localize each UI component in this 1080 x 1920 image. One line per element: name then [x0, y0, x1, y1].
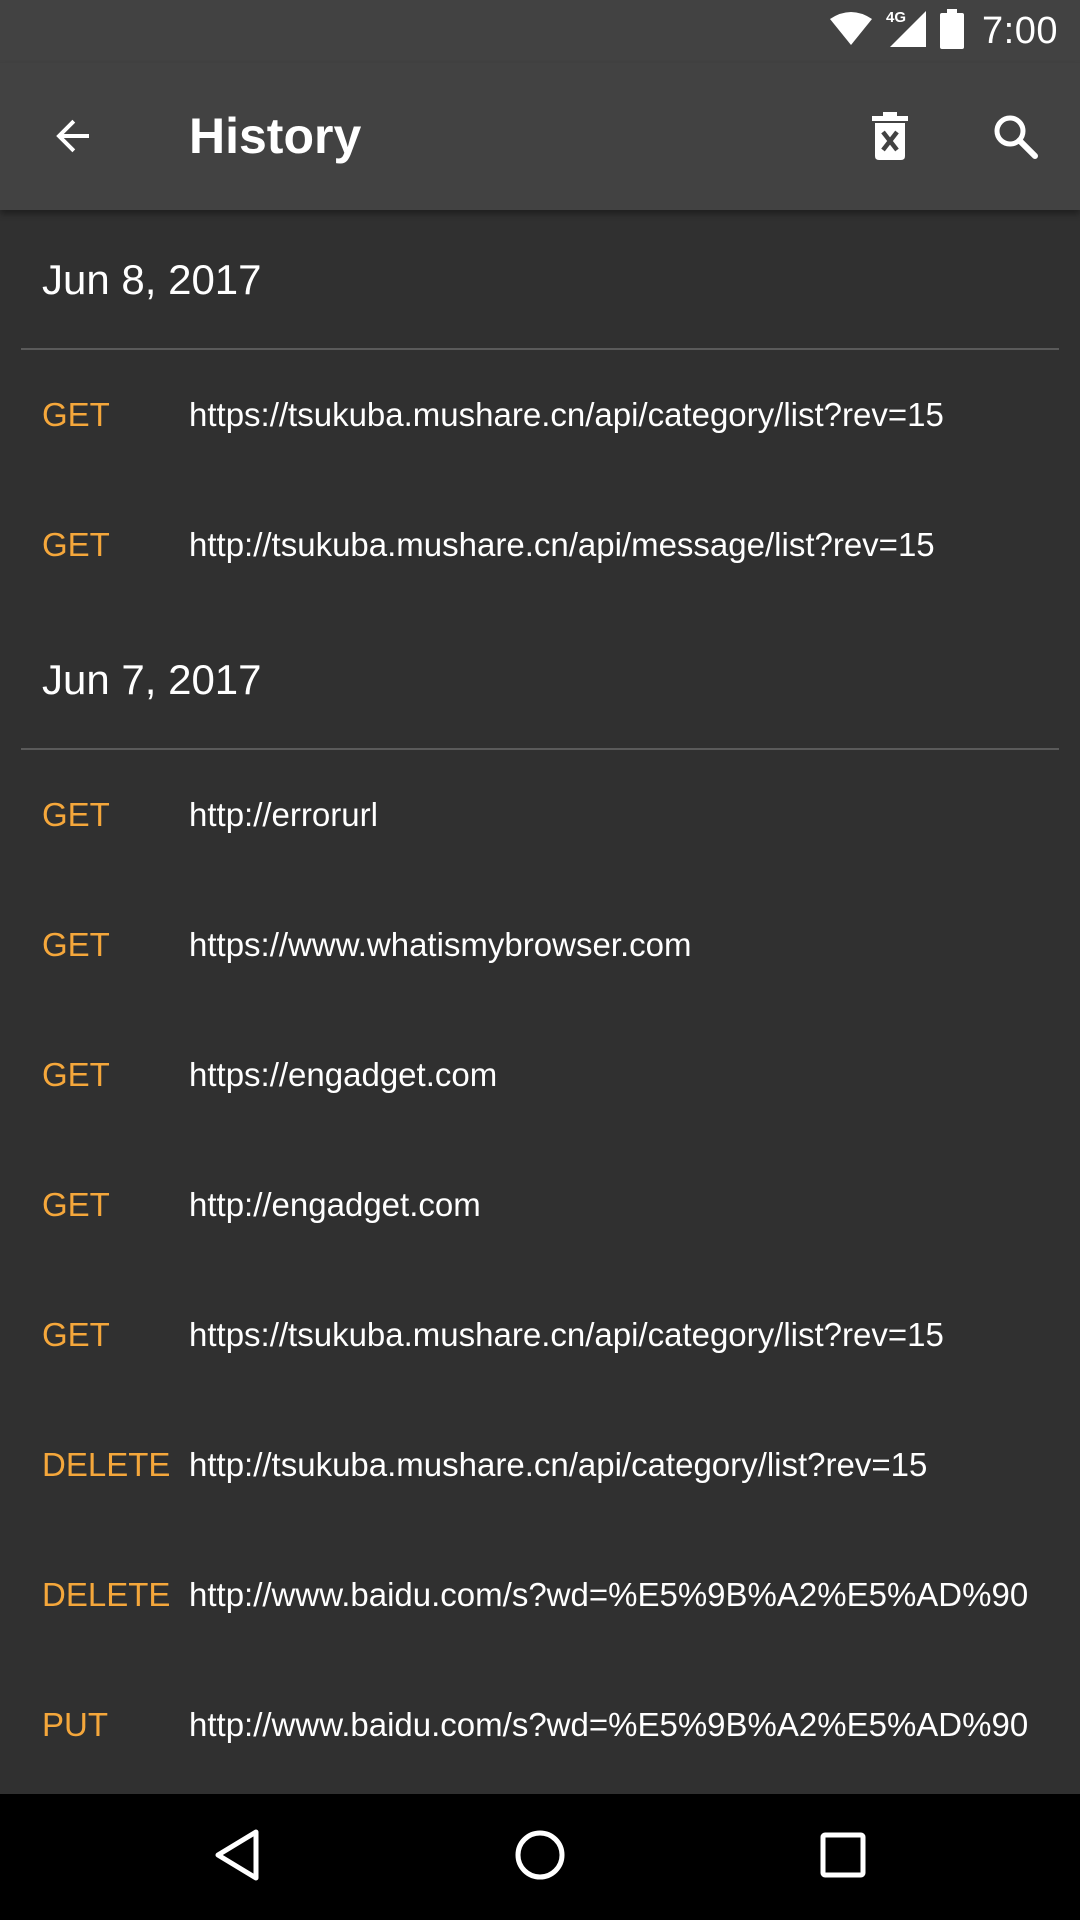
- request-url: http://errorurl: [189, 796, 378, 833]
- delete-forever-icon: [870, 111, 910, 165]
- history-row[interactable]: GET https://engadget.com: [0, 1010, 1080, 1140]
- request-url: http://www.baidu.com/s?wd=%E5%9B%A2%E5%A…: [189, 1576, 1029, 1613]
- request-method: PUT: [42, 1706, 108, 1743]
- arrow-back-icon: [49, 112, 97, 165]
- request-method: GET: [42, 1056, 110, 1093]
- request-method: GET: [42, 1316, 110, 1353]
- request-method: GET: [42, 526, 110, 563]
- history-list[interactable]: Jun 8, 2017 GET https://tsukuba.mushare.…: [0, 210, 1080, 1794]
- request-url: https://tsukuba.mushare.cn/api/category/…: [189, 1316, 944, 1353]
- app-bar: History: [0, 63, 1080, 210]
- history-row[interactable]: GET http://tsukuba.mushare.cn/api/messag…: [0, 480, 1080, 610]
- clear-history-button[interactable]: [850, 103, 930, 173]
- history-row[interactable]: GET http://engadget.com: [0, 1140, 1080, 1270]
- page-title: History: [189, 108, 362, 164]
- history-row[interactable]: GET https://www.whatismybrowser.com: [0, 880, 1080, 1010]
- nav-back-button[interactable]: [197, 1822, 277, 1892]
- history-row[interactable]: GET https://tsukuba.mushare.cn/api/categ…: [0, 350, 1080, 480]
- request-method: GET: [42, 926, 110, 963]
- back-button[interactable]: [33, 103, 113, 173]
- nav-recents-button[interactable]: [803, 1822, 883, 1892]
- request-method: GET: [42, 396, 110, 433]
- nav-home-icon: [513, 1828, 567, 1887]
- section-header: Jun 8, 2017: [0, 210, 1080, 350]
- nav-home-button[interactable]: [500, 1822, 580, 1892]
- section-date: Jun 7, 2017: [42, 656, 262, 703]
- request-method: GET: [42, 796, 110, 833]
- request-method: GET: [42, 1186, 110, 1223]
- nav-recents-icon: [819, 1831, 867, 1884]
- section-header: Jun 7, 2017: [0, 610, 1080, 750]
- wifi-icon: [828, 11, 874, 52]
- request-url: https://www.whatismybrowser.com: [189, 926, 692, 963]
- request-url: http://www.baidu.com/s?wd=%E5%9B%A2%E5%A…: [189, 1706, 1029, 1743]
- nav-back-icon: [212, 1828, 262, 1887]
- status-time: 7:00: [982, 10, 1058, 52]
- search-icon: [991, 112, 1039, 165]
- request-url: http://engadget.com: [189, 1186, 481, 1223]
- search-button[interactable]: [975, 103, 1055, 173]
- section-date: Jun 8, 2017: [42, 256, 262, 303]
- status-bar: 4G 7:00: [0, 0, 1080, 63]
- history-row[interactable]: PUT http://www.baidu.com/s?wd=%E5%9B%A2%…: [0, 1660, 1080, 1790]
- battery-icon: [940, 9, 965, 54]
- navigation-bar: [0, 1794, 1080, 1920]
- history-row[interactable]: DELETE http://www.baidu.com/s?wd=%E5%9B%…: [0, 1530, 1080, 1660]
- cell-signal-icon: 4G: [886, 9, 928, 54]
- history-row[interactable]: GET https://tsukuba.mushare.cn/api/categ…: [0, 1270, 1080, 1400]
- request-method: DELETE: [42, 1446, 171, 1483]
- history-screen: 4G 7:00 History Jun 8, 2017 GET https://…: [0, 0, 1080, 1920]
- history-row[interactable]: GET http://errorurl: [0, 750, 1080, 880]
- request-method: DELETE: [42, 1576, 171, 1613]
- status-icons: 4G 7:00: [816, 0, 1058, 63]
- history-row[interactable]: DELETE http://tsukuba.mushare.cn/api/cat…: [0, 1400, 1080, 1530]
- request-url: http://tsukuba.mushare.cn/api/category/l…: [189, 1446, 928, 1483]
- request-url: https://engadget.com: [189, 1056, 498, 1093]
- request-url: http://tsukuba.mushare.cn/api/message/li…: [189, 526, 935, 563]
- network-type-label: 4G: [886, 9, 907, 26]
- request-url: https://tsukuba.mushare.cn/api/category/…: [189, 396, 944, 433]
